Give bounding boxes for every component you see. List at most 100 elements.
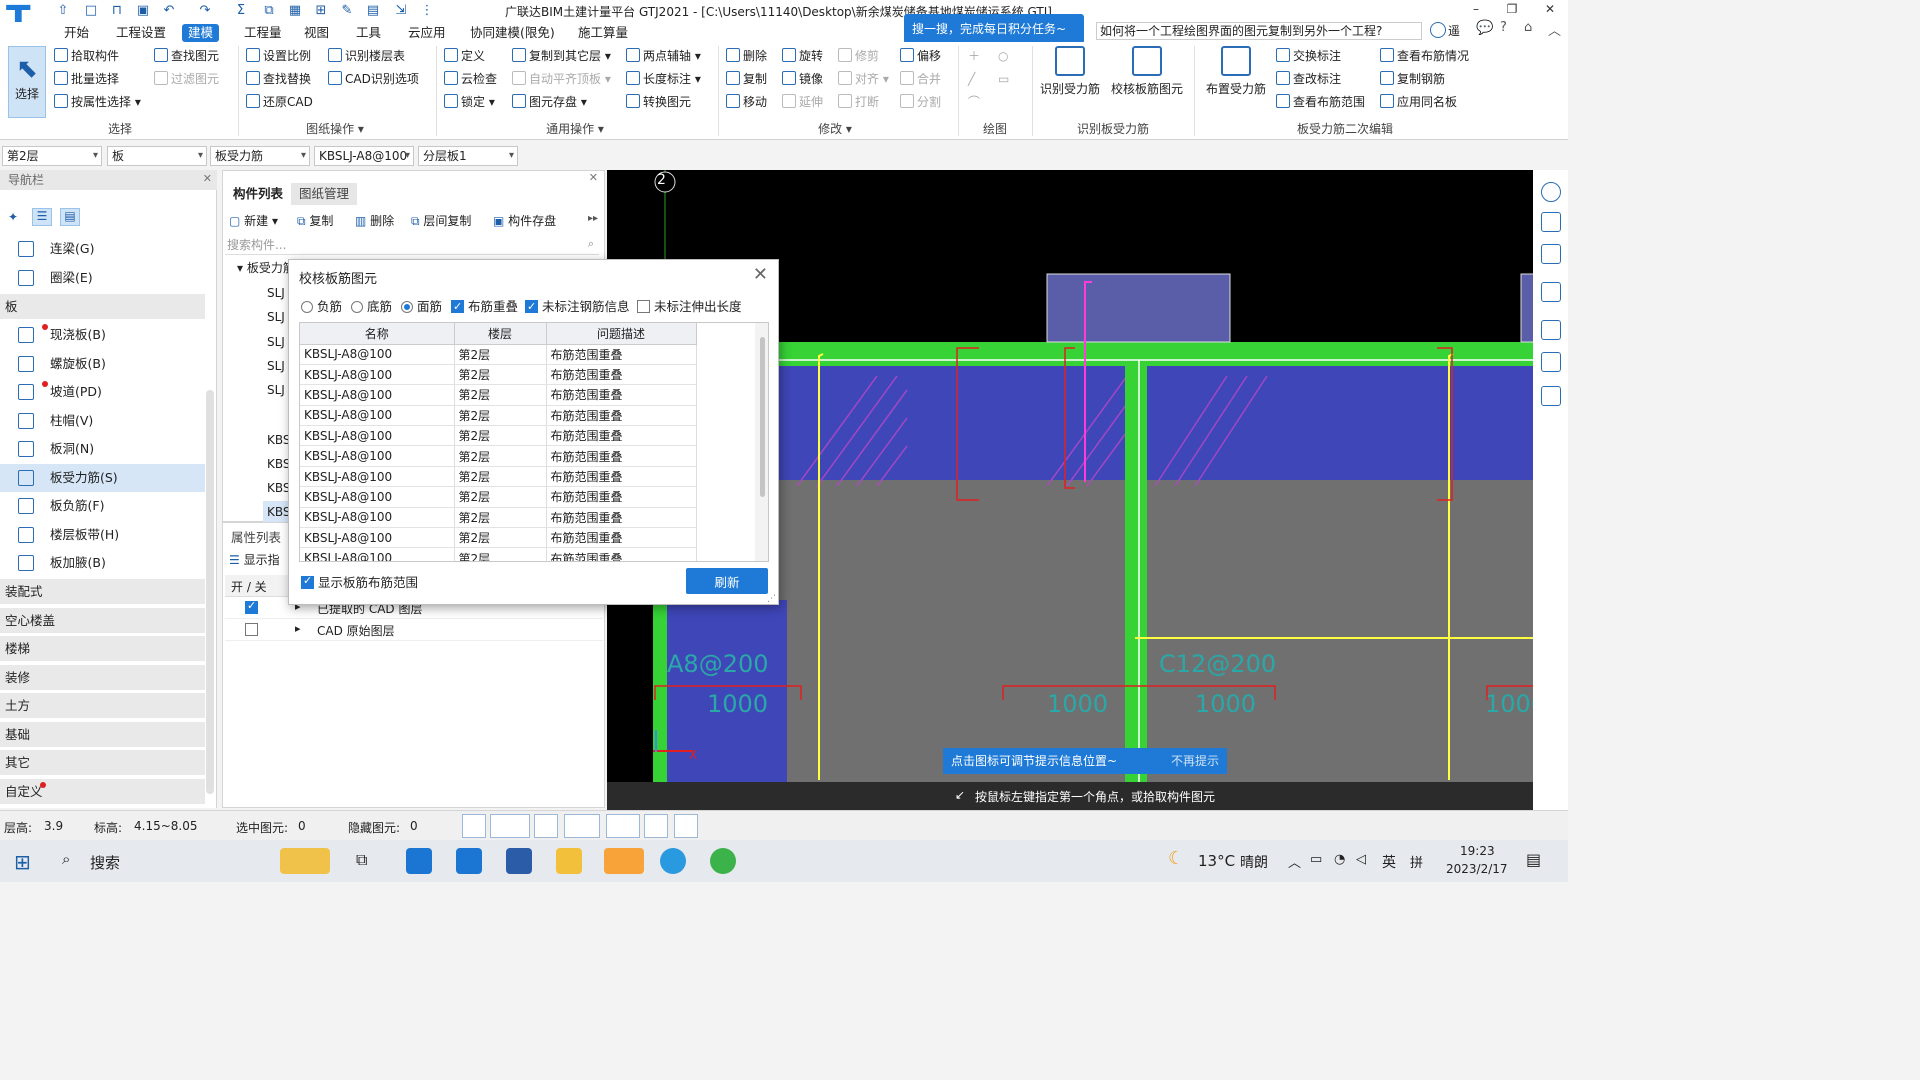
radio-negative[interactable]: 负筋 xyxy=(301,298,342,316)
ime-lang[interactable]: 英 xyxy=(1382,852,1396,872)
nav-item-column-cap[interactable]: 柱帽(V) xyxy=(0,407,205,435)
volume-icon[interactable]: ◁ xyxy=(1356,852,1366,867)
two-point-axis-button[interactable]: 两点辅轴 ▾ xyxy=(626,46,701,66)
edit-label-button[interactable]: 查改标注 xyxy=(1276,69,1341,89)
element-save-button[interactable]: 图元存盘 ▾ xyxy=(512,92,587,112)
extend-button[interactable]: 延伸 xyxy=(782,92,823,112)
collapse-ribbon-icon[interactable]: ︿ xyxy=(1548,20,1561,39)
user-avatar-icon[interactable] xyxy=(1430,22,1446,38)
properties-icon[interactable] xyxy=(1541,386,1561,406)
restore-icon[interactable]: ❐ xyxy=(1502,2,1522,16)
nav-category-foundation[interactable]: 基础 xyxy=(0,722,205,748)
tree-item[interactable]: SLJ xyxy=(267,306,285,328)
tab-tools[interactable]: 工具 xyxy=(350,24,387,42)
search-highlight-icon[interactable] xyxy=(280,848,330,874)
hint-icon[interactable]: ↙ xyxy=(955,788,965,802)
nav-item-cast-slab[interactable]: 现浇板(B) xyxy=(0,321,205,349)
merge-button[interactable]: 合并 xyxy=(900,69,941,89)
app-icon-explorer[interactable] xyxy=(556,848,582,874)
resize-grip-icon[interactable]: ⋰ xyxy=(767,594,776,604)
nav-item-floor-strip[interactable]: 楼层板带(H) xyxy=(0,521,205,549)
clock-time[interactable]: 19:23 xyxy=(1460,844,1495,858)
nav-category-board[interactable]: 板 xyxy=(0,294,205,320)
table-row[interactable]: KBSLJ-A8@100 第2层 布筋范围重叠 xyxy=(300,425,697,447)
table-row[interactable]: KBSLJ-A8@100 第2层 布筋范围重叠 xyxy=(300,364,697,386)
grid-icon[interactable]: ▦ xyxy=(286,2,304,20)
expand-icon[interactable]: ▸ xyxy=(295,622,301,635)
check-overlap[interactable]: 布筋重叠 xyxy=(451,298,518,316)
app-icon-notes[interactable] xyxy=(406,848,432,874)
table-row[interactable]: KBSLJ-A8@100 第2层 布筋范围重叠 xyxy=(300,405,697,427)
filter-element-button[interactable]: 过滤图元 xyxy=(154,69,219,89)
upload-icon[interactable]: ⇧ xyxy=(54,2,72,20)
recognize-rebar-button[interactable]: 识别受力筋 xyxy=(1036,46,1104,97)
table-row[interactable]: KBSLJ-A8@100 第2层 布筋范围重叠 xyxy=(300,384,697,406)
tab-start[interactable]: 开始 xyxy=(58,24,95,42)
refresh-button[interactable]: 刷新 xyxy=(686,568,768,594)
nav-category-custom[interactable]: 自定义 xyxy=(0,779,205,805)
sum-icon[interactable]: Σ xyxy=(232,2,250,20)
box-view-icon[interactable] xyxy=(1541,282,1561,302)
apply-same-board-button[interactable]: 应用同名板 xyxy=(1380,92,1457,112)
new-component-button[interactable]: ▢ 新建 ▾ xyxy=(229,211,278,231)
pin-icon[interactable]: ✦ xyxy=(8,210,18,224)
notification-icon[interactable]: ▤ xyxy=(1526,850,1541,869)
list-view-icon[interactable]: ☰ xyxy=(32,208,52,226)
tab-cloud[interactable]: 云应用 xyxy=(402,24,452,42)
undo-icon[interactable]: ↶ xyxy=(160,2,178,20)
angle-snap-icon[interactable] xyxy=(564,814,600,838)
export-icon[interactable]: ⇲ xyxy=(392,2,410,20)
floor-select[interactable]: 第2层 xyxy=(2,146,102,166)
group-modify-title[interactable]: 修改 ▾ xyxy=(790,120,880,138)
select-by-attr-button[interactable]: 按属性选择 ▾ xyxy=(54,92,141,112)
select-button[interactable]: ⬉ 选择 xyxy=(8,46,46,118)
tab-quantity[interactable]: 工程量 xyxy=(238,24,288,42)
table-row[interactable]: KBSLJ-A8@100 第2层 布筋范围重叠 xyxy=(300,344,697,365)
nav-close-icon[interactable]: ✕ xyxy=(203,172,212,185)
dialog-close-icon[interactable]: ✕ xyxy=(753,264,768,285)
copy-icon[interactable]: ⧉ xyxy=(260,2,278,20)
cloud-check-button[interactable]: 云检查 xyxy=(444,69,497,89)
component-type-select[interactable]: 板受力筋 xyxy=(210,146,310,166)
save-icon[interactable]: ▣ xyxy=(134,2,152,20)
nav-item-slab-hole[interactable]: 板洞(N) xyxy=(0,435,205,463)
mirror-button[interactable]: 镜像 xyxy=(782,69,823,89)
offset-button[interactable]: 偏移 xyxy=(900,46,941,66)
show-range-checkbox[interactable]: 显示板筋布筋范围 xyxy=(301,572,418,591)
more-icon[interactable]: ⋮ xyxy=(418,2,436,20)
new-file-icon[interactable]: □ xyxy=(82,2,100,20)
rotate-button[interactable]: 旋转 xyxy=(782,46,823,66)
find-element-button[interactable]: 查找图元 xyxy=(154,46,219,66)
split-button[interactable]: 分割 xyxy=(900,92,941,112)
component-save-button[interactable]: ▣ 构件存盘 xyxy=(493,211,556,231)
table-row[interactable]: KBSLJ-A8@100 第2层 布筋范围重叠 xyxy=(300,486,697,508)
move-button[interactable]: 移动 xyxy=(726,92,767,112)
swap-label-button[interactable]: 交换标注 xyxy=(1276,46,1341,66)
tab-collab[interactable]: 协同建模(限免) xyxy=(464,24,561,42)
place-rebar-button[interactable]: 布置受力筋 xyxy=(1200,46,1272,97)
tab-project-settings[interactable]: 工程设置 xyxy=(110,24,172,42)
batch-select-button[interactable]: 批量选择 xyxy=(54,69,119,89)
nav-category-earthwork[interactable]: 土方 xyxy=(0,693,205,719)
search-taskbar-icon[interactable]: ⌕ xyxy=(62,850,70,868)
find-replace-button[interactable]: 查找替换 xyxy=(246,69,311,89)
more-toolbar-icon[interactable]: ▸▸ xyxy=(588,213,598,224)
layer-checkbox-off[interactable] xyxy=(245,623,258,636)
layer-board-select[interactable]: 分层板1 xyxy=(418,146,518,166)
layer-checkbox-on[interactable] xyxy=(245,599,258,614)
convert-element-button[interactable]: 转换图元 xyxy=(626,92,691,112)
tray-expand-icon[interactable]: ︿ xyxy=(1288,852,1301,871)
delete-component-button[interactable]: ▥ 删除 xyxy=(355,211,394,231)
radio-bottom[interactable]: 底筋 xyxy=(351,298,392,316)
tree-item[interactable]: KBS xyxy=(267,429,291,451)
nav-item-ramp[interactable]: 坡道(PD) xyxy=(0,378,205,406)
draw-line-icon[interactable]: ╱ xyxy=(968,69,975,89)
nav-item-slab-rebar[interactable]: 板受力筋(S) xyxy=(0,464,205,492)
table-scrollbar[interactable] xyxy=(755,323,768,561)
help-search-input[interactable]: 如何将一个工程绘图界面的图元复制到另外一个工程? xyxy=(1096,22,1422,40)
component-select[interactable]: KBSLJ-A8@100 xyxy=(314,146,414,166)
tab-component-list[interactable]: 构件列表 xyxy=(225,183,292,205)
cross-snap-icon[interactable] xyxy=(534,814,558,838)
table-row[interactable]: KBSLJ-A8@100 第2层 布筋范围重叠 xyxy=(300,527,697,549)
check-unlabeled-info[interactable]: 未标注钢筋信息 xyxy=(525,298,630,316)
